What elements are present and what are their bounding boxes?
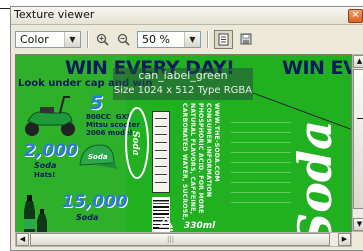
- save-icon: [240, 33, 251, 45]
- callout-line: [0, 8, 10, 9]
- info-icon: [218, 33, 229, 46]
- window-title: Texture viewer: [14, 8, 95, 21]
- scroll-grip-icon: |||: [167, 235, 175, 243]
- toolbar: Color ▼ 50 % ▼: [11, 25, 363, 53]
- zoom-out-icon: [117, 33, 130, 46]
- prize-2-number: 2,000: [24, 141, 78, 161]
- zoom-in-button[interactable]: [93, 30, 112, 49]
- zoom-out-button[interactable]: [114, 30, 133, 49]
- screenshot: Texture viewer × Color ▼ 50 % ▼ WIN WIN …: [0, 0, 363, 251]
- info-toggle-button[interactable]: [214, 30, 233, 49]
- recycle-icon: [158, 215, 174, 231]
- channel-value: Color: [20, 33, 49, 46]
- zoom-select[interactable]: 50 % ▼: [137, 31, 201, 48]
- toolbar-divider: [207, 31, 209, 48]
- scroll-up-button[interactable]: ▲: [353, 55, 363, 68]
- prize-3-brand: Soda: [76, 213, 99, 222]
- horizontal-scroll-thumb[interactable]: |||: [30, 233, 330, 246]
- vertical-scrollbar[interactable]: ▲ ▼: [352, 54, 363, 232]
- chevron-down-icon[interactable]: ▼: [184, 32, 200, 47]
- prize-3-number: 15,000: [62, 192, 128, 212]
- ingredients-line-2: NATURAL FLAVORS, CAFFEINE,: [189, 103, 196, 215]
- ingredients-line-4: CONSUMER INFORMATION: [205, 103, 212, 198]
- zoom-value: 50 %: [142, 33, 170, 46]
- callout-line-right: [357, 118, 363, 119]
- prize-1-number: 5: [90, 92, 104, 114]
- vertical-scroll-thumb[interactable]: [353, 69, 363, 209]
- horizontal-scrollbar[interactable]: ◀ ||| ▶: [15, 232, 352, 247]
- scroll-down-button[interactable]: ▼: [353, 218, 363, 231]
- title-bar[interactable]: Texture viewer ×: [11, 7, 363, 25]
- volume-label: 330ml: [184, 221, 216, 231]
- scroll-right-button[interactable]: ▶: [338, 233, 351, 246]
- chevron-down-icon[interactable]: ▼: [64, 32, 80, 47]
- prize-2-brand: Soda: [34, 161, 57, 170]
- save-button[interactable]: [236, 30, 255, 49]
- nutrition-facts-panel: [152, 111, 170, 193]
- label-headline-repeat: WIN EV: [282, 57, 352, 79]
- brand-logo-large: Soda: [288, 120, 342, 246]
- toolbar-divider: [87, 31, 89, 48]
- overlay-pointer: [253, 92, 351, 130]
- cap-icon: Soda: [79, 144, 118, 169]
- svg-text:Soda: Soda: [88, 153, 108, 161]
- scooter-icon: [25, 96, 75, 136]
- texture-viewer-window: Texture viewer × Color ▼ 50 % ▼ WIN WIN …: [10, 6, 363, 251]
- ingredients-line-5: WWW.THE-SODA.COM: [213, 103, 220, 183]
- ingredients-line-1: CARBONATED WATER, SUCROSE,: [181, 103, 188, 221]
- scroll-left-button[interactable]: ◀: [16, 233, 29, 246]
- channel-select[interactable]: Color ▼: [15, 31, 81, 48]
- ingredients-line-3: PHOSPHORIC ACID. FOR MORE: [197, 103, 204, 214]
- texture-info-overlay: can_label_green Size 1024 x 512 Type RGB…: [113, 68, 253, 100]
- prize-2-text: Hats!: [34, 171, 56, 179]
- texture-viewport[interactable]: WIN EVERY DAY! WIN EV Look under cap and…: [15, 54, 352, 247]
- texture-name: can_label_green: [138, 69, 228, 82]
- brand-oval-icon: Soda: [125, 107, 149, 179]
- texture-size-type: Size 1024 x 512 Type RGBA: [113, 85, 253, 96]
- svg-text:Soda: Soda: [130, 131, 140, 156]
- zoom-in-icon: [96, 33, 109, 46]
- close-button[interactable]: ×: [348, 9, 363, 23]
